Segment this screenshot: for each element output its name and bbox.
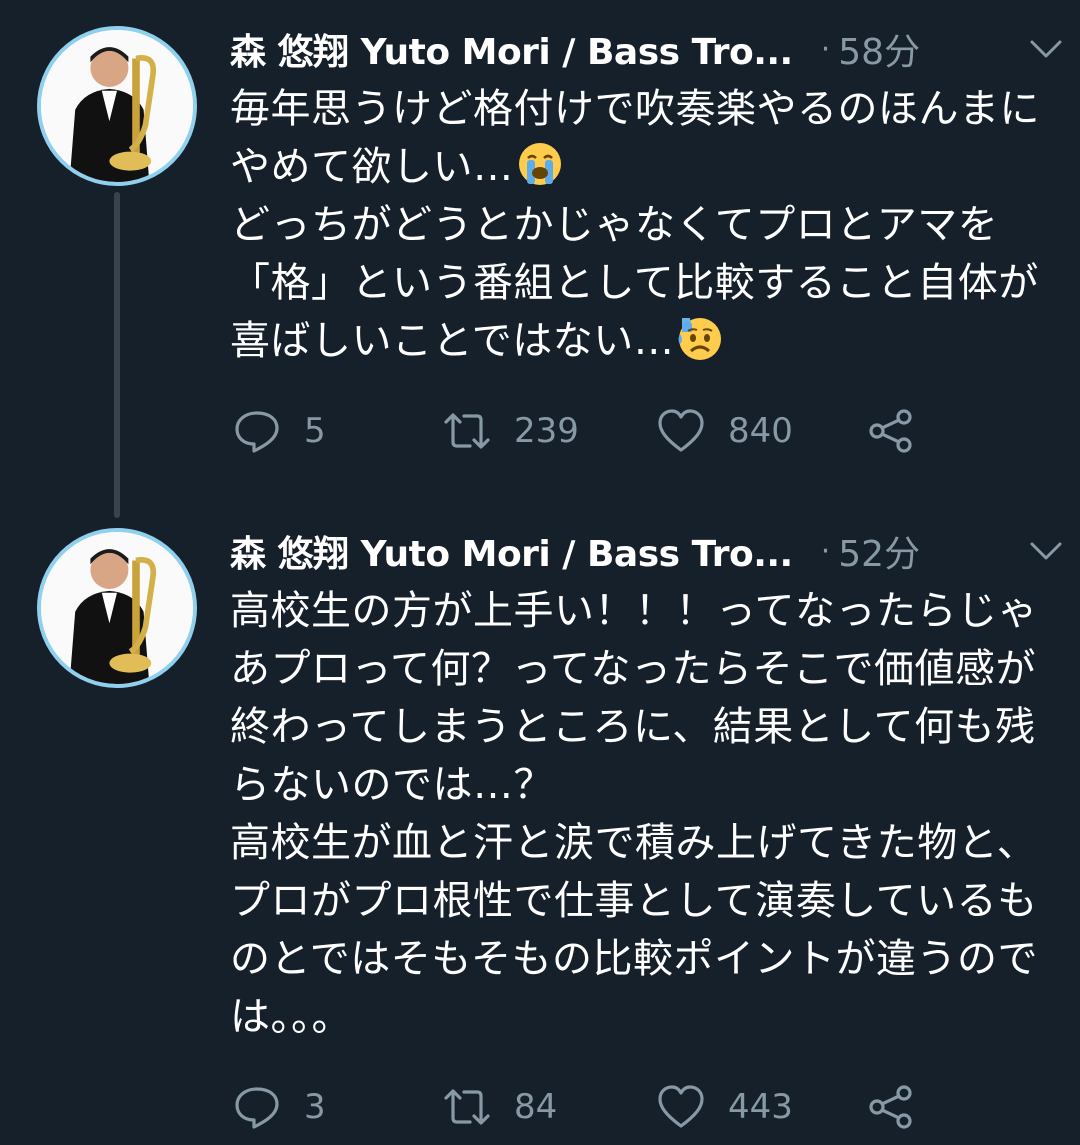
share-button[interactable]	[866, 1082, 916, 1132]
avatar-photo-icon	[41, 30, 193, 182]
anxious-face-with-sweat-icon	[676, 314, 724, 362]
reply-button[interactable]: 5	[232, 406, 326, 456]
chevron-down-icon[interactable]	[1028, 536, 1064, 566]
tweet-text: 毎年思うけど格付けで吹奏楽やるのほんまにやめて欲しい… どっちがどうとかじゃなく…	[230, 80, 1050, 370]
tweet-text: 高校生の方が上手い！！！ってなったらじゃあプロって何？ってなったらそこで価値感が…	[230, 588, 1038, 1040]
avatar-photo-icon	[41, 532, 193, 684]
tweet-actions: 3 84 443	[232, 1082, 1052, 1132]
display-name[interactable]: 森 悠翔 Yuto Mori / Bass Tro...	[230, 23, 793, 75]
retweet-button[interactable]: 239	[442, 406, 579, 456]
timeline-feed: 森 悠翔 Yuto Mori / Bass Tro... · 58分 毎年思うけ…	[0, 0, 1080, 1145]
display-name[interactable]: 森 悠翔 Yuto Mori / Bass Tro...	[230, 525, 793, 577]
reply-count: 5	[304, 411, 326, 451]
tweet[interactable]: 森 悠翔 Yuto Mori / Bass Tro... · 52分 高校生の方…	[0, 518, 1080, 1145]
separator-dot: ·	[820, 31, 831, 67]
avatar[interactable]	[37, 26, 197, 186]
reply-icon	[235, 1087, 279, 1129]
share-button[interactable]	[866, 406, 916, 456]
share-icon	[869, 409, 912, 453]
reply-count: 3	[304, 1087, 326, 1127]
heart-icon	[658, 409, 704, 452]
share-icon	[869, 1085, 912, 1129]
reply-icon	[235, 411, 279, 453]
timestamp[interactable]: 58分	[838, 23, 920, 75]
tweet-header: 森 悠翔 Yuto Mori / Bass Tro... · 52分	[230, 524, 1050, 578]
tweet-header: 森 悠翔 Yuto Mori / Bass Tro... · 58分	[230, 22, 1050, 76]
retweet-count: 84	[514, 1087, 558, 1127]
retweet-button[interactable]: 84	[442, 1082, 557, 1132]
like-button[interactable]: 840	[656, 406, 793, 456]
reply-button[interactable]: 3	[232, 1082, 326, 1132]
separator-dot: ·	[820, 533, 831, 569]
like-count: 443	[728, 1087, 793, 1127]
timestamp[interactable]: 52分	[838, 525, 920, 577]
tweet[interactable]: 森 悠翔 Yuto Mori / Bass Tro... · 58分 毎年思うけ…	[0, 0, 1080, 518]
like-count: 840	[728, 411, 793, 451]
loudly-crying-face-icon	[516, 140, 564, 188]
retweet-icon	[444, 413, 490, 449]
heart-icon	[658, 1085, 704, 1128]
chevron-down-icon[interactable]	[1028, 34, 1064, 64]
tweet-text-part: どっちがどうとかじゃなくてプロとアマを「格」という番組として比較すること自体が喜…	[230, 202, 1039, 364]
retweet-count: 239	[514, 411, 579, 451]
avatar[interactable]	[37, 528, 197, 688]
retweet-icon	[444, 1089, 490, 1125]
tweet-text-part: 毎年思うけど格付けで吹奏楽やるのほんまにやめて欲しい…	[230, 86, 1040, 190]
tweet-actions: 5 239 840	[232, 406, 1052, 456]
thread-connector-line	[114, 192, 120, 518]
like-button[interactable]: 443	[656, 1082, 793, 1132]
